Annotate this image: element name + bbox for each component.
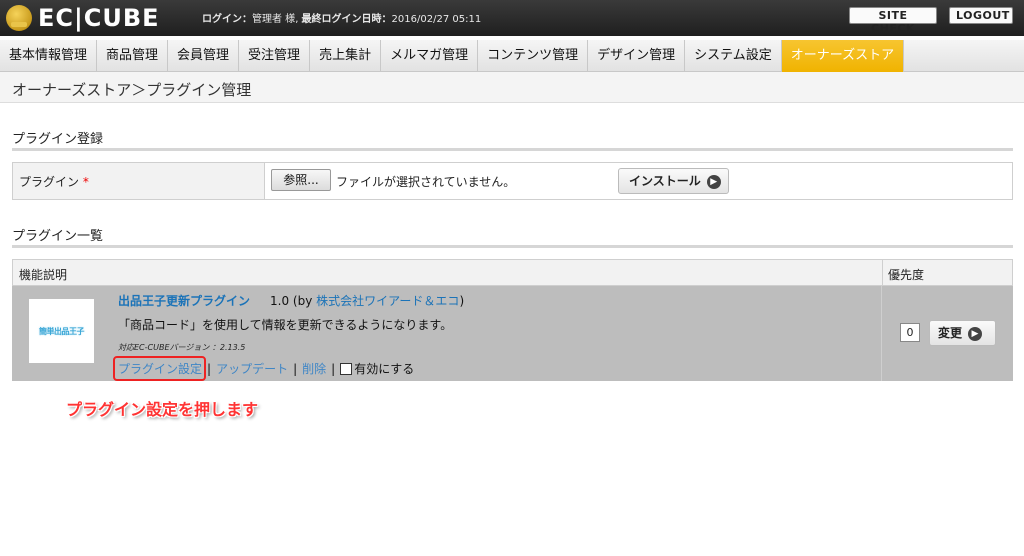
plugin-description: 「商品コード」を使用して情報を更新できるようになります。 xyxy=(118,318,453,332)
plugin-delete-link[interactable]: 削除 xyxy=(302,360,326,377)
by-prefix: (by xyxy=(292,294,313,308)
login-info: ログイン：管理者 様, 最終ログイン日時：2016/02/27 05:11 xyxy=(202,14,482,25)
col-description: 機能説明 xyxy=(19,268,68,282)
plugin-name[interactable]: 出品王子更新プラグイン xyxy=(118,292,250,309)
nav-item-9[interactable]: オーナーズストア xyxy=(781,40,905,72)
col-priority: 優先度 xyxy=(888,268,925,282)
separator: | xyxy=(293,361,298,376)
last-login-label: 最終ログイン日時： xyxy=(301,14,392,25)
plugin-file-cell: 参照... ファイルが選択されていません。 インストール ▶ xyxy=(264,162,1013,200)
file-status: ファイルが選択されていません。 xyxy=(336,175,516,189)
nav-item-8[interactable]: システム設定 xyxy=(685,40,782,72)
list-section-title: プラグイン一覧 xyxy=(12,229,104,244)
section-divider xyxy=(12,245,1013,248)
eccube-logo[interactable]: EC|CUBE xyxy=(6,4,160,32)
page-title: オーナーズストア＞プラグイン管理 xyxy=(12,81,252,99)
breadcrumb: オーナーズストア＞プラグイン管理 xyxy=(0,72,1024,103)
logout-button[interactable]: LOGOUT xyxy=(949,7,1013,24)
nav-item-4[interactable]: 売上集計 xyxy=(310,40,382,72)
nav-item-2[interactable]: 会員管理 xyxy=(168,40,240,72)
annotation-text: プラグイン設定を押します xyxy=(66,400,259,419)
enable-checkbox[interactable] xyxy=(340,362,353,375)
plugin-version-line: 1.0 (by 株式会社ワイアード＆エコ) xyxy=(270,292,464,309)
separator: | xyxy=(207,361,212,376)
plugin-row: 簡単出品王子 出品王子更新プラグイン 1.0 (by 株式会社ワイアード＆エコ)… xyxy=(12,286,1013,381)
change-label: 変更 xyxy=(938,326,963,340)
plugin-label: プラグイン xyxy=(19,174,80,189)
change-priority-button[interactable]: 変更 ▶ xyxy=(929,320,996,346)
cube-logo-icon xyxy=(6,5,32,31)
nav-item-1[interactable]: 商品管理 xyxy=(97,40,169,72)
top-header: EC|CUBE ログイン：管理者 様, 最終ログイン日時：2016/02/27 … xyxy=(0,0,1024,36)
plugin-label-cell: プラグイン * xyxy=(12,162,265,200)
nav-item-3[interactable]: 受注管理 xyxy=(239,40,311,72)
install-button[interactable]: インストール ▶ xyxy=(618,168,729,194)
separator: | xyxy=(331,361,336,376)
column-divider xyxy=(882,260,883,287)
arrow-right-icon: ▶ xyxy=(968,326,983,341)
arrow-right-icon: ▶ xyxy=(706,174,721,189)
thumbnail-text: 簡単出品王子 xyxy=(39,326,85,336)
priority-input[interactable]: 0 xyxy=(900,323,920,342)
plugin-update-link[interactable]: アップデート xyxy=(216,360,288,377)
nav-item-0[interactable]: 基本情報管理 xyxy=(0,40,98,72)
plugin-thumbnail: 簡単出品王子 xyxy=(29,299,94,363)
section-divider xyxy=(12,148,1013,151)
enable-label[interactable]: 有効にする xyxy=(354,360,414,377)
login-label: ログイン： xyxy=(202,14,252,25)
nav-item-7[interactable]: デザイン管理 xyxy=(588,40,686,72)
plugin-author-link[interactable]: 株式会社ワイアード＆エコ xyxy=(316,294,459,308)
by-suffix: ) xyxy=(459,294,465,308)
plugin-list-header: 機能説明 優先度 xyxy=(12,259,1013,287)
site-check-button[interactable]: SITE CHECK xyxy=(849,7,937,35)
required-mark: * xyxy=(82,174,89,189)
login-user: 管理者 様 xyxy=(252,14,296,25)
browse-button[interactable]: 参照... xyxy=(271,169,331,191)
plugin-version: 1.0 xyxy=(270,294,290,308)
register-section-title: プラグイン登録 xyxy=(12,132,104,147)
main-nav: 基本情報管理 商品管理 会員管理 受注管理 売上集計 メルマガ管理 コンテンツ管理 デザイン管… xyxy=(0,40,1024,72)
install-label: インストール xyxy=(629,174,701,188)
nav-item-6[interactable]: コンテンツ管理 xyxy=(478,40,589,72)
logo-text: EC|CUBE xyxy=(38,4,160,32)
column-divider xyxy=(881,286,882,381)
nav-item-5[interactable]: メルマガ管理 xyxy=(381,40,479,72)
register-table: プラグイン * 参照... ファイルが選択されていません。 インストール ▶ xyxy=(12,162,1013,200)
last-login-value: 2016/02/27 05:11 xyxy=(391,14,482,25)
settings-highlight-box xyxy=(113,356,206,381)
plugin-compat-version: 対応EC-CUBEバージョン ：2.13.5 xyxy=(118,343,246,352)
